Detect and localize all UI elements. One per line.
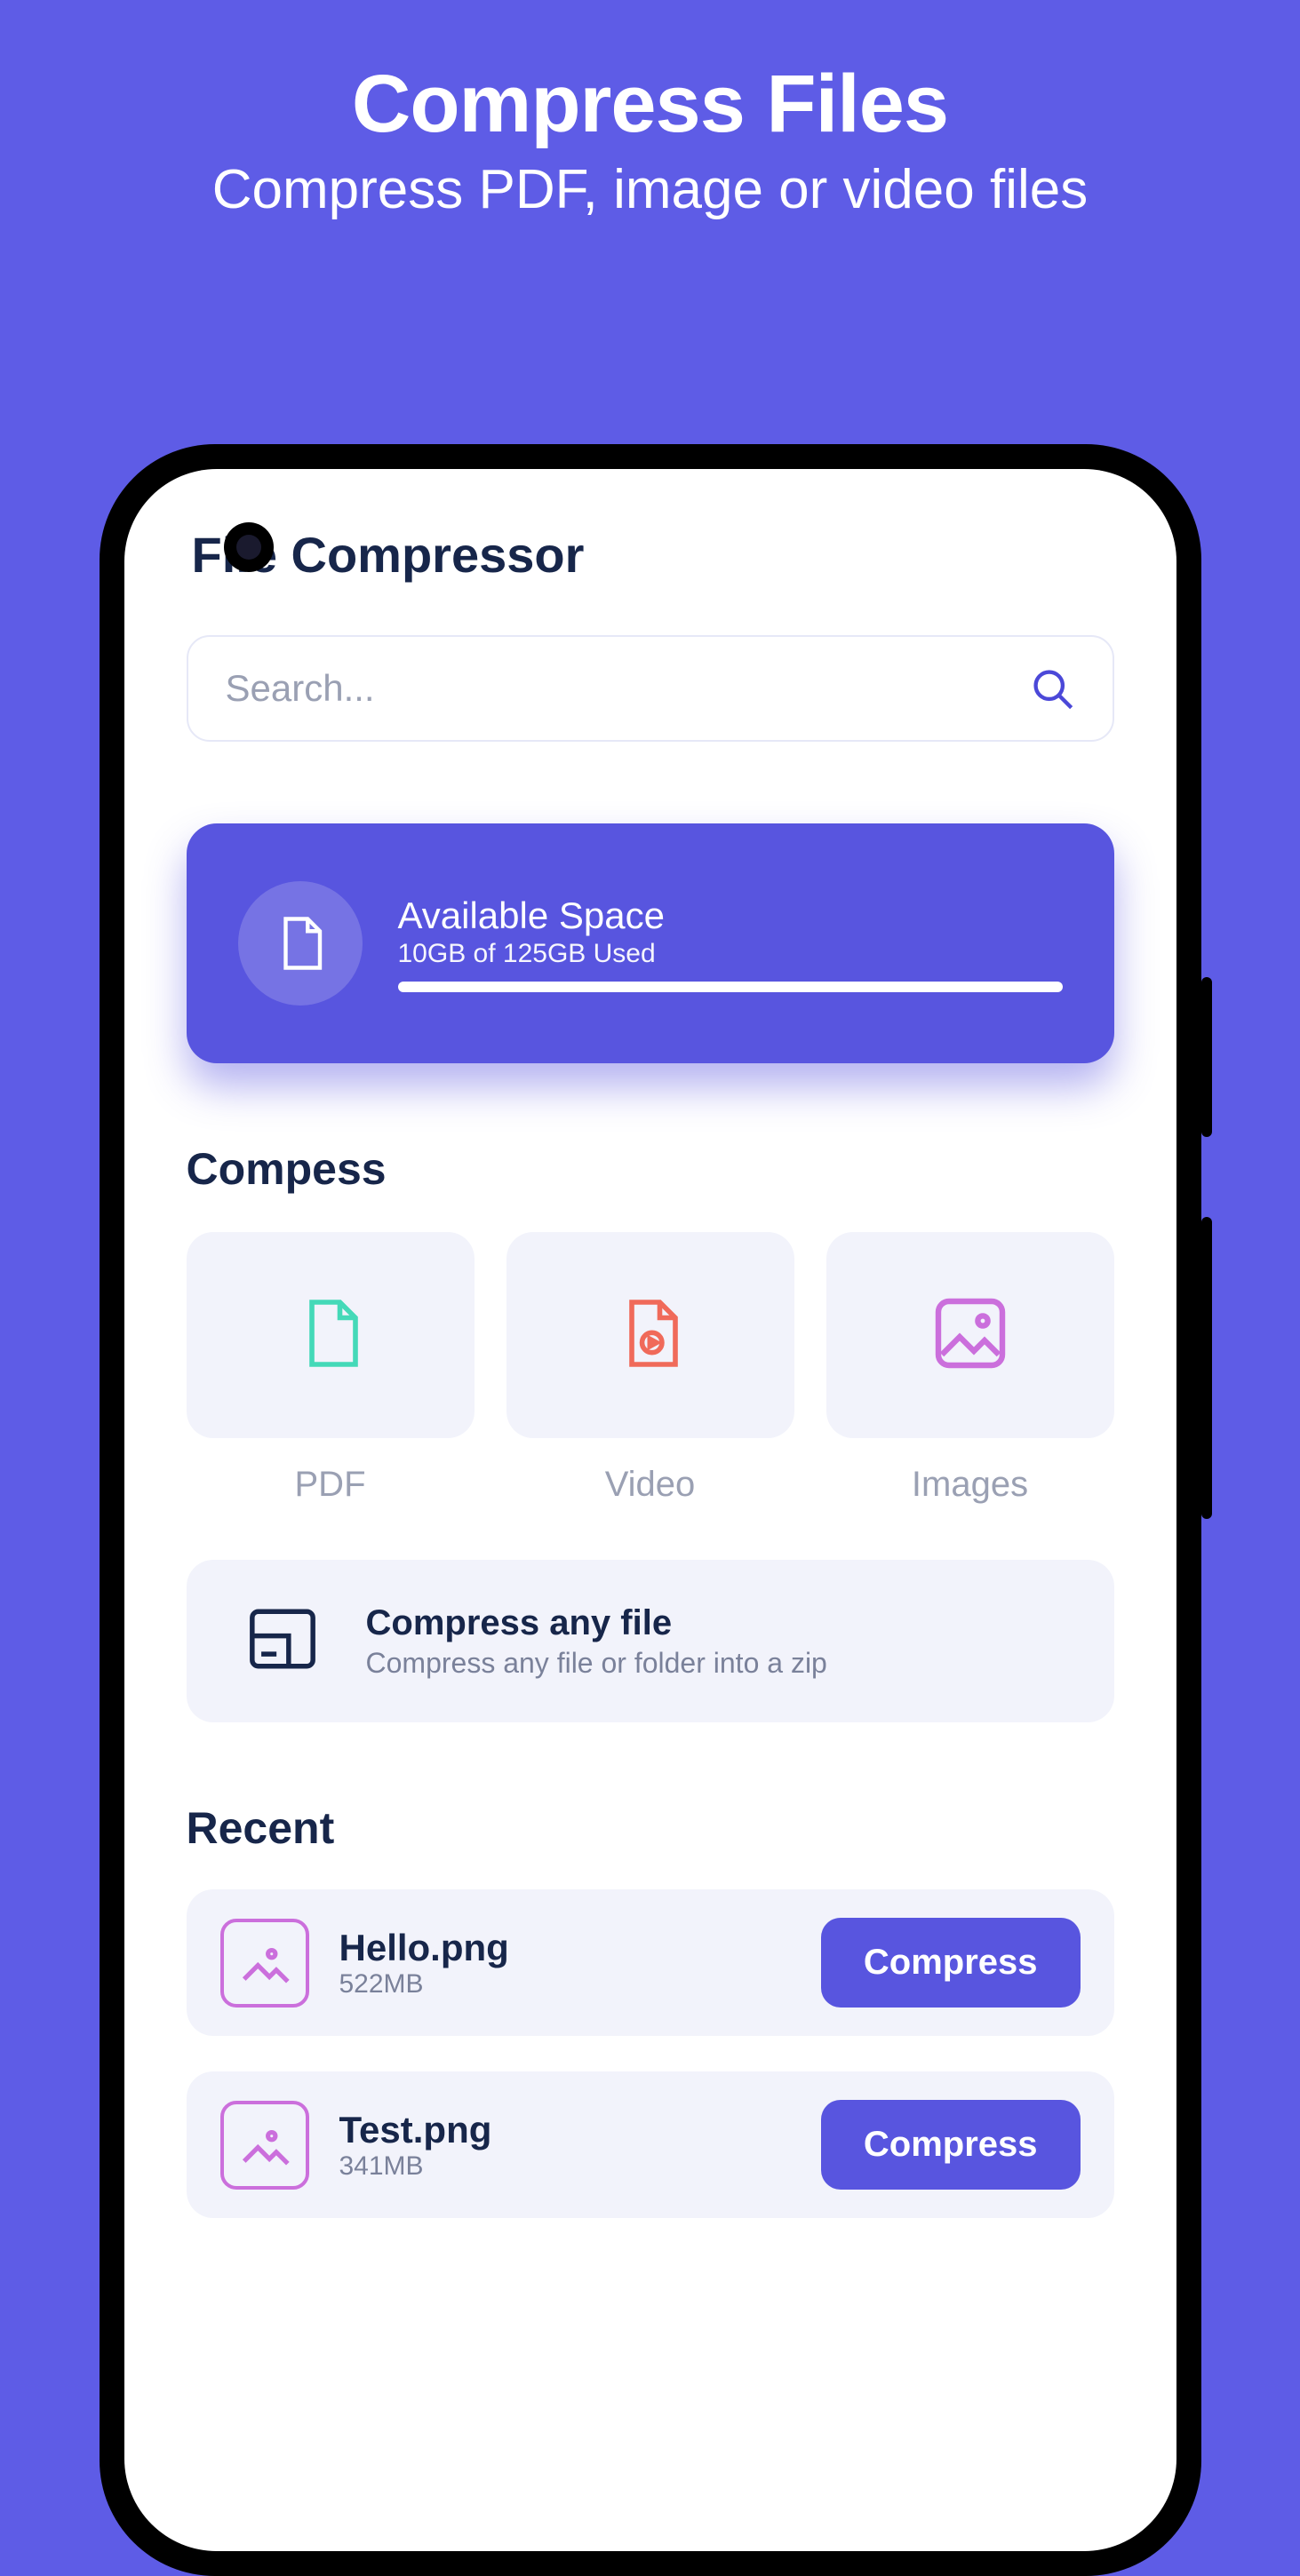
recent-section-title: Recent [187,1802,1114,1854]
promo-title: Compress Files [0,58,1300,151]
compress-any-file-card[interactable]: Compress any file Compress any file or f… [187,1560,1114,1722]
image-icon [928,1291,1013,1380]
phone-side-button [1201,1217,1212,1519]
pdf-tile[interactable] [187,1232,475,1438]
recent-file-size: 522MB [339,1969,791,2000]
any-file-title: Compress any file [366,1603,827,1643]
file-icon [238,881,363,1006]
space-progress-bar [398,982,1063,992]
images-tile[interactable] [826,1232,1114,1438]
compress-section-title: Compess [187,1143,1114,1195]
recent-item: Hello.png 522MB Compress [187,1889,1114,2036]
compress-tiles [187,1232,1114,1438]
any-file-text: Compress any file Compress any file or f… [366,1603,827,1680]
video-label: Video [506,1465,794,1505]
search-input[interactable]: Search... [187,635,1114,742]
image-thumb-icon [220,1919,309,2008]
phone-frame: File Compressor Search... Available Spac… [100,444,1201,2576]
search-icon [1029,665,1075,712]
phone-screen: File Compressor Search... Available Spac… [124,469,1176,2551]
recent-info: Test.png 341MB [339,2109,791,2182]
space-progress-fill [398,982,1063,992]
recent-file-name: Test.png [339,2109,791,2151]
tile-labels: PDF Video Images [187,1438,1114,1505]
phone-camera [224,522,274,572]
promo-subtitle: Compress PDF, image or video files [0,158,1300,221]
any-file-subtitle: Compress any file or folder into a zip [366,1647,827,1680]
compress-button[interactable]: Compress [821,2100,1081,2190]
compress-button[interactable]: Compress [821,1918,1081,2008]
pdf-file-icon [293,1289,368,1382]
pdf-label: PDF [187,1465,475,1505]
search-placeholder: Search... [226,667,375,710]
video-file-icon [613,1289,688,1382]
available-space-card[interactable]: Available Space 10GB of 125GB Used [187,823,1114,1063]
video-tile[interactable] [506,1232,794,1438]
images-label: Images [826,1465,1114,1505]
recent-item: Test.png 341MB Compress [187,2071,1114,2218]
promo-header: Compress Files Compress PDF, image or vi… [0,0,1300,221]
app-title: File Compressor [192,526,1114,584]
recent-file-size: 341MB [339,2151,791,2182]
recent-info: Hello.png 522MB [339,1927,791,2000]
recent-file-name: Hello.png [339,1927,791,1969]
space-info: Available Space 10GB of 125GB Used [398,894,1063,992]
folder-icon [238,1602,327,1680]
image-thumb-icon [220,2101,309,2190]
space-usage: 10GB of 125GB Used [398,939,1063,969]
phone-side-button [1201,977,1212,1137]
space-title: Available Space [398,894,1063,937]
